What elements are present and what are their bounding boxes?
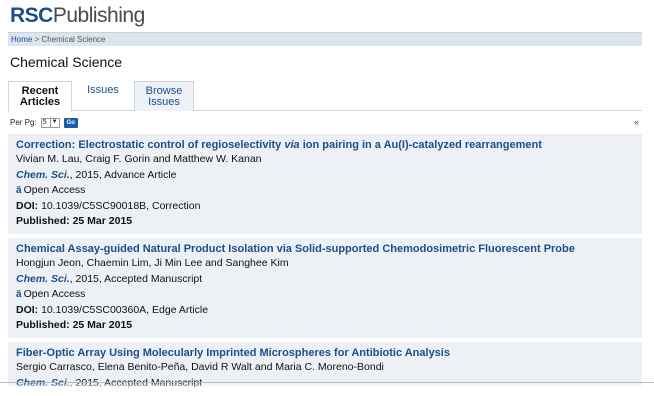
tab-bar: Recent Articles Issues Browse Issues: [8, 81, 642, 112]
open-access-label: ä Open Access: [16, 287, 634, 303]
rsc-publishing-logo[interactable]: RSCPublishing: [10, 3, 145, 29]
article-published: Published: 25 Mar 2015: [16, 318, 634, 334]
doi-label: DOI:: [16, 303, 39, 316]
open-access-text: Open Access: [23, 184, 86, 196]
article-item: Chemical Assay-guided Natural Product Is…: [8, 238, 642, 338]
per-page-control: Per Pg: 5 ▼ Go: [10, 117, 78, 128]
article-doi: DOI: 10.1039/C5SC90018B, Correction: [16, 199, 634, 215]
article-authors: Sergio Carrasco, Elena Benito-Peña, Davi…: [16, 361, 384, 373]
open-access-label: ä Open Access: [16, 183, 634, 199]
article-citation: Chem. Sci., 2015, Advance Article: [16, 168, 634, 184]
doi-value: 10.1039/C5SC00360A, Edge Article: [38, 303, 209, 316]
published-date: 25 Mar 2015: [69, 319, 133, 331]
article-year-type: , 2015, Accepted Manuscript: [69, 272, 203, 285]
article-title-text-end: ion pairing in a Au(I)-catalyzed rearran…: [299, 139, 542, 151]
breadcrumb: Home > Chemical Science: [8, 32, 642, 46]
tab-issues-label: Issues: [87, 84, 119, 96]
article-title-text: Chemical Assay-guided Natural Product Is…: [16, 243, 575, 255]
published-label: Published:: [16, 319, 70, 331]
go-button[interactable]: Go: [63, 117, 78, 128]
per-page-value: 5: [42, 119, 47, 126]
tab-issues[interactable]: Issues: [78, 81, 128, 111]
article-published: Published: 25 Mar 2015: [16, 214, 634, 230]
logo-publishing-text: Publishing: [52, 4, 145, 27]
tab-browse-issues-label: Browse Issues: [145, 85, 183, 108]
window-bottom-edge: [0, 382, 654, 396]
article-authors: Vivian M. Lau, Craig F. Gorin and Matthe…: [16, 153, 262, 165]
doi-label: DOI:: [16, 199, 39, 212]
previous-page-arrow[interactable]: «: [634, 117, 639, 127]
per-page-select[interactable]: 5 ▼: [40, 117, 60, 128]
article-title-link[interactable]: Correction: Electrostatic control of reg…: [16, 138, 634, 152]
breadcrumb-home-link[interactable]: Home: [11, 35, 32, 44]
chevron-down-icon: ▼: [49, 117, 58, 128]
article-title-link[interactable]: Fiber-Optic Array Using Molecularly Impr…: [16, 346, 634, 360]
article-item: Correction: Electrostatic control of reg…: [8, 134, 642, 234]
breadcrumb-current: Chemical Science: [41, 35, 106, 44]
article-citation: Chem. Sci., 2015, Accepted Manuscript: [16, 272, 634, 288]
article-title-text: Correction: Electrostatic control of reg…: [16, 139, 285, 151]
tab-browse-issues[interactable]: Browse Issues: [134, 81, 194, 111]
per-page-label: Per Pg:: [10, 118, 37, 127]
open-access-lock-icon: ä: [16, 289, 22, 300]
article-title-link[interactable]: Chemical Assay-guided Natural Product Is…: [16, 242, 634, 256]
article-authors: Hongjun Jeon, Chaemin Lim, Ji Min Lee an…: [16, 257, 289, 269]
article-doi: DOI: 10.1039/C5SC00360A, Edge Article: [16, 303, 634, 319]
article-title-italic: via: [284, 139, 300, 151]
article-title-text: Fiber-Optic Array Using Molecularly Impr…: [16, 347, 450, 359]
logo-rsc-text: RSC: [10, 4, 53, 27]
doi-value: 10.1039/C5SC90018B, Correction: [38, 199, 201, 212]
article-year-type: , 2015, Advance Article: [69, 168, 177, 181]
open-access-lock-icon: ä: [16, 185, 22, 196]
journal-link[interactable]: Chem. Sci.: [16, 273, 70, 285]
page-title: Chemical Science: [10, 54, 123, 70]
tab-recent-articles[interactable]: Recent Articles: [8, 81, 72, 112]
tab-recent-articles-label: Recent Articles: [19, 85, 61, 108]
published-date: 25 Mar 2015: [69, 215, 133, 227]
journal-link[interactable]: Chem. Sci.: [16, 169, 70, 181]
open-access-text: Open Access: [23, 288, 86, 300]
published-label: Published:: [16, 215, 70, 227]
